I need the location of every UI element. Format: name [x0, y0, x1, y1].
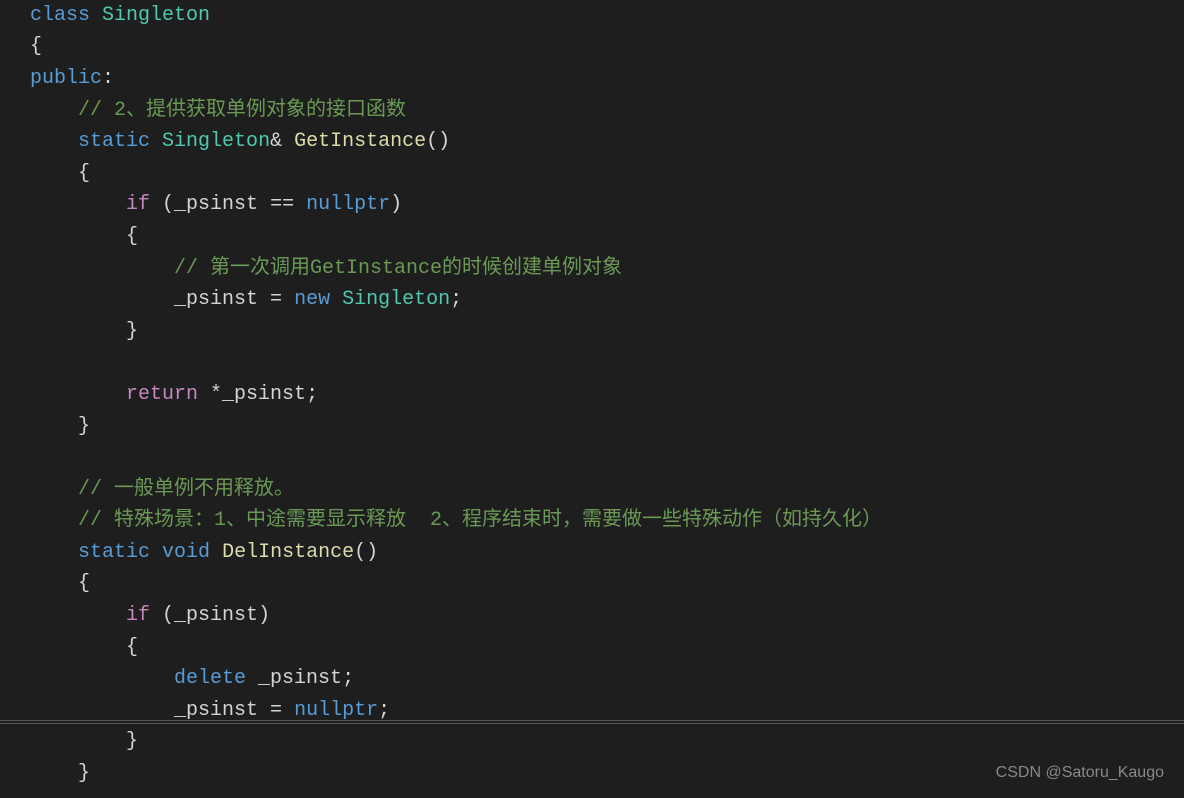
- comment: // 第一次调用GetInstance的时候创建单例对象: [174, 253, 622, 285]
- code-line: {: [30, 632, 1184, 664]
- variable: _psinst: [174, 284, 258, 316]
- code-line: {: [30, 569, 1184, 601]
- keyword-return: return: [126, 379, 198, 411]
- class-name: Singleton: [102, 0, 210, 32]
- keyword-nullptr: nullptr: [306, 189, 390, 221]
- code-line: // 特殊场景：1、中途需要显示释放 2、程序结束时，需要做一些特殊动作（如持久…: [30, 506, 1184, 538]
- comment: // 2、提供获取单例对象的接口函数: [78, 95, 406, 127]
- keyword-delete: delete: [174, 663, 246, 695]
- code-line: if (_psinst == nullptr): [30, 190, 1184, 222]
- keyword-class: class: [30, 0, 90, 32]
- code-line: static void DelInstance(): [30, 537, 1184, 569]
- divider-line: [0, 723, 1184, 724]
- code-line: class Singleton: [30, 0, 1184, 32]
- function-name: GetInstance: [294, 126, 426, 158]
- code-line: // 一般单例不用释放。: [30, 474, 1184, 506]
- comment: // 一般单例不用释放。: [78, 474, 294, 506]
- keyword-if: if: [126, 189, 150, 221]
- code-editor: class Singleton { public: // 2、提供获取单例对象的…: [0, 0, 1184, 790]
- keyword-new: new: [294, 284, 330, 316]
- code-line: public:: [30, 63, 1184, 95]
- code-line: delete _psinst;: [30, 663, 1184, 695]
- code-line: static Singleton& GetInstance(): [30, 126, 1184, 158]
- code-line: }: [30, 316, 1184, 348]
- keyword-static: static: [78, 126, 150, 158]
- watermark: CSDN @Satoru_Kaugo: [996, 760, 1164, 786]
- code-line: return *_psinst;: [30, 379, 1184, 411]
- variable: _psinst: [174, 189, 258, 221]
- divider-line: [0, 720, 1184, 721]
- code-line: _psinst = nullptr;: [30, 695, 1184, 727]
- code-line: {: [30, 221, 1184, 253]
- open-brace: {: [30, 31, 42, 63]
- variable: _psinst: [174, 600, 258, 632]
- code-line: _psinst = new Singleton;: [30, 284, 1184, 316]
- comment: // 特殊场景：1、中途需要显示释放 2、程序结束时，需要做一些特殊动作（如持久…: [78, 505, 882, 537]
- code-line: // 第一次调用GetInstance的时候创建单例对象: [30, 253, 1184, 285]
- code-line: [30, 442, 1184, 474]
- keyword-void: void: [162, 537, 210, 569]
- function-name: DelInstance: [222, 537, 354, 569]
- type-name: Singleton: [162, 126, 270, 158]
- keyword-static: static: [78, 537, 150, 569]
- code-line: // 2、提供获取单例对象的接口函数: [30, 95, 1184, 127]
- variable: _psinst: [222, 379, 306, 411]
- keyword-public: public: [30, 63, 102, 95]
- code-line: if (_psinst): [30, 600, 1184, 632]
- code-line: [30, 348, 1184, 380]
- keyword-if: if: [126, 600, 150, 632]
- code-line: }: [30, 411, 1184, 443]
- code-line: }: [30, 727, 1184, 759]
- code-line: {: [30, 32, 1184, 64]
- code-line: {: [30, 158, 1184, 190]
